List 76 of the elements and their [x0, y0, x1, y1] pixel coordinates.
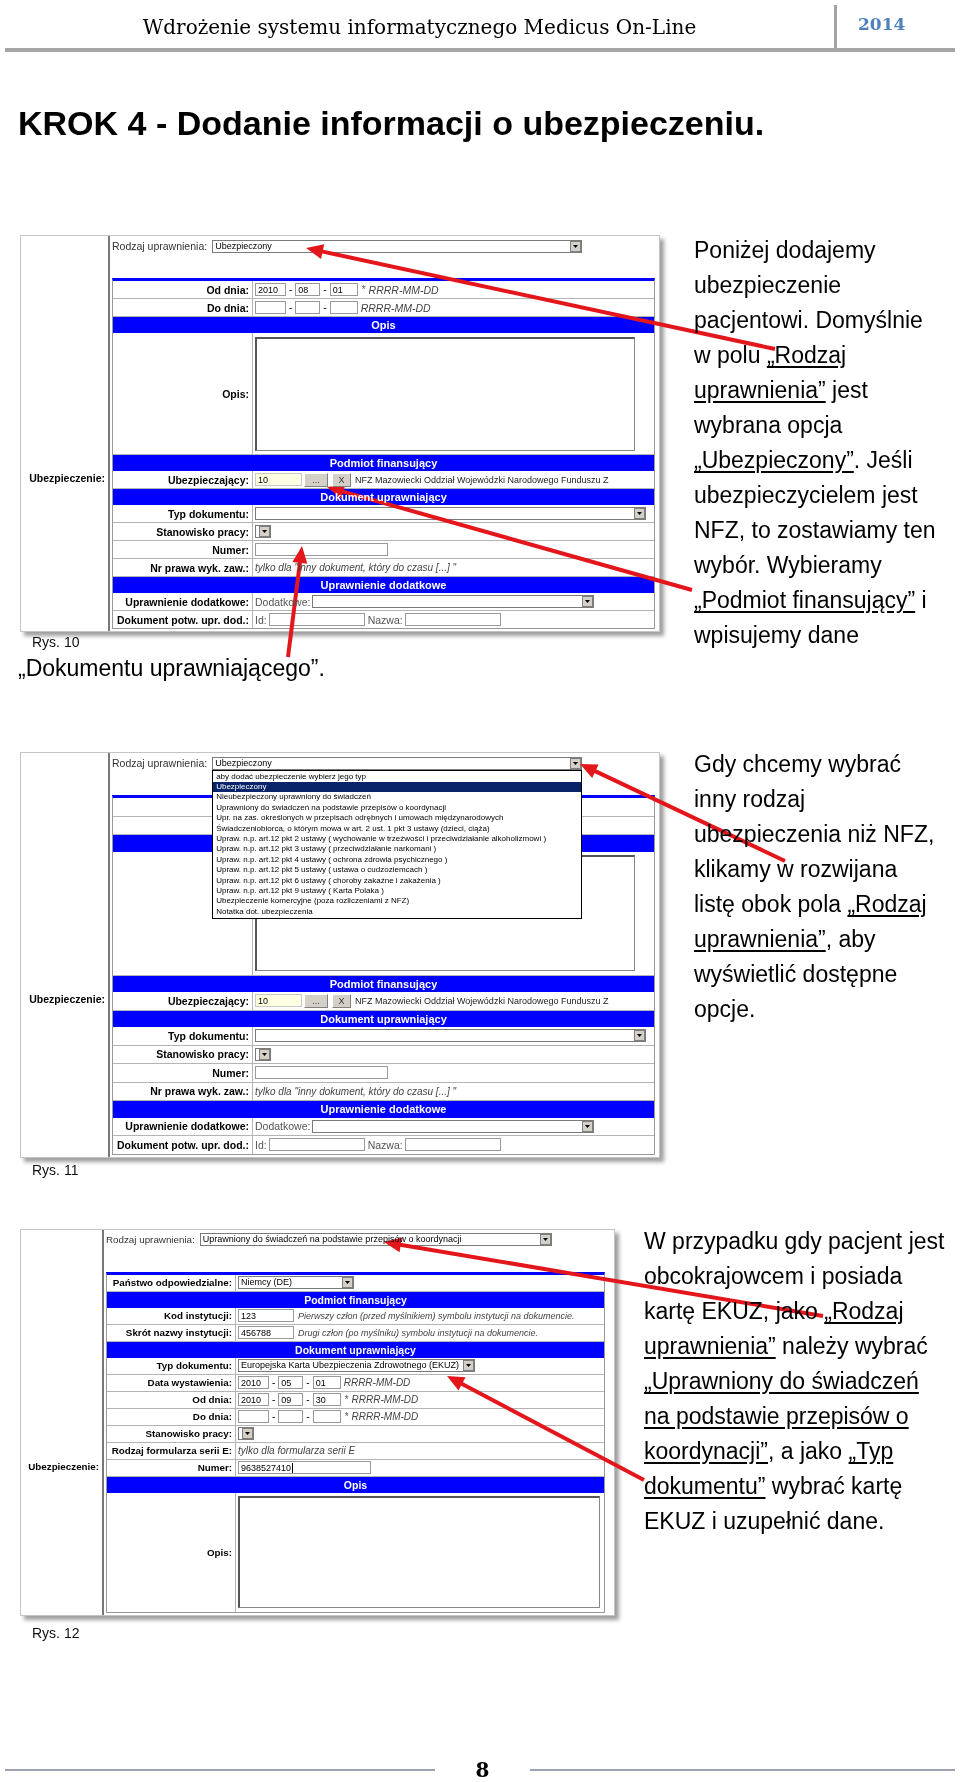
header-year: 2014 [858, 13, 906, 36]
form-label: Numer: [197, 1462, 232, 1473]
field-label: Rodzaj uprawnienia: [112, 757, 208, 769]
field-label: Rodzaj uprawnienia: [106, 1234, 195, 1245]
form-label: Typ dokumentu: [168, 507, 249, 520]
section-header: Uprawnienie dodatkowe [113, 1101, 654, 1118]
form-label: Uprawnienie dodatkowe: [125, 595, 249, 608]
field-label: Ubezpieczenie: [28, 1460, 100, 1472]
date-separator: - [306, 1411, 310, 1422]
form-label: Ubezpieczający: [167, 994, 249, 1007]
page-number: 8 [474, 1758, 491, 1782]
form-label: Stanowisko pracy: [145, 1428, 232, 1439]
figure-caption: Rys. 12 [32, 1623, 81, 1642]
form-label: Skrót nazwy instytucji: [125, 1327, 232, 1338]
required-marker: * [344, 1411, 349, 1422]
form-label: Typ dokumentu: [168, 1029, 249, 1042]
step-heading: KROK 4 - Dodanie informacji o ubezpieczeniu. [18, 103, 766, 143]
form-label: Dokument potw. upr. dod.: [117, 613, 249, 626]
section-header: Uprawnienie dodatkowe [113, 577, 654, 593]
header-title: Wdrożenie systemu informatycznego Medicus On-Line [141, 14, 698, 41]
form-label: Typ dokumentu: [156, 1360, 232, 1371]
field-hint: Pierwszy człon (przed myślnikiem) symbolu instytucji na dokumencie. [298, 1310, 575, 1321]
form-label: Rodzaj formularza serii E: [111, 1445, 232, 1456]
field-label: Ubezpieczenie: [29, 471, 106, 484]
required-marker: * [361, 284, 366, 295]
date-separator: - [306, 1394, 310, 1405]
field-label: Nazwa: [367, 1138, 403, 1151]
format-hint: RRRR-MM-DD [360, 301, 431, 314]
form-label: Państwo odpowiedzialne: [112, 1277, 232, 1288]
form-label: Ubezpieczający: [167, 473, 249, 486]
form-label: Data wystawienia: [147, 1377, 232, 1388]
form-label: Kod instytucji: [163, 1310, 232, 1321]
field-label: Ubezpieczenie: [29, 992, 106, 1005]
form-label: Numer: [212, 1066, 249, 1079]
form-label: Opis: [222, 387, 249, 400]
form-label: Dokument potw. upr. dod.: [117, 1138, 249, 1151]
field-label: Dodatkowe: [255, 1120, 311, 1133]
date-separator: - [306, 1377, 310, 1388]
section-header: Opis [113, 317, 654, 333]
field-label: Rodzaj uprawnienia: [112, 240, 208, 252]
field-hint: Drugi człon (po myślniku) symbolu instytucji na dokumencie. [298, 1327, 539, 1338]
format-hint: RRRR-MM-DD [351, 1394, 419, 1405]
section-header: Podmiot finansujący [113, 455, 654, 471]
form-label: Nr prawa wyk. zaw.: [150, 561, 249, 574]
date-separator: - [289, 284, 293, 295]
format-hint: RRRR-MM-DD [368, 283, 439, 296]
form-label: Do dnia: [192, 1411, 232, 1422]
form-label: Uprawnienie dodatkowe: [125, 1120, 249, 1133]
form-label: Numer: [212, 543, 249, 556]
date-separator: - [323, 302, 327, 313]
date-separator: - [323, 284, 327, 295]
institution-name: NFZ Mazowiecki Oddział Wojewódzki Narodowego Funduszu Z [355, 995, 609, 1006]
form-label: Stanowisko pracy: [156, 1048, 249, 1061]
date-separator: - [289, 302, 293, 313]
figure-caption: Rys. 11 [32, 1160, 80, 1179]
date-separator: - [272, 1377, 276, 1388]
field-label: Nazwa: [367, 613, 403, 626]
format-hint: RRRR-MM-DD [351, 1411, 419, 1422]
form-label: Od dnia: [206, 283, 249, 296]
form-label: Stanowisko pracy: [156, 525, 249, 538]
field-label: Id: [255, 613, 267, 626]
form-label: Nr prawa wyk. zaw.: [150, 1085, 249, 1098]
form-label: Do dnia: [207, 301, 249, 314]
form-label: Opis: [206, 1546, 232, 1558]
date-separator: - [272, 1411, 276, 1422]
field-note: tylko dla formularza serii E [238, 1445, 356, 1456]
paragraph: Poniżej dodajemy ubezpieczenie pacjentowi. Domyślnie w polu „Rodzaj uprawnienia” jest wybrana opcja „Ubezpieczony”. Jeśli ubezpieczycielem jest NFZ, to zostawiamy ten wybór. Wybieramy „Podmiot finansujący” i wpisujemy dane [694, 236, 937, 650]
figure-caption: Rys. 10 [32, 633, 81, 651]
field-label: Id: [255, 1138, 267, 1151]
paragraph: „Dokumentu uprawniającego”. [18, 654, 326, 683]
field-note: tylko dla "inny dokument, który do czasu [...] " [255, 1085, 457, 1097]
date-separator: - [272, 1394, 276, 1405]
required-marker: * [344, 1394, 349, 1405]
format-hint: RRRR-MM-DD [343, 1377, 411, 1388]
form-label: Od dnia: [192, 1394, 232, 1405]
institution-name: NFZ Mazowiecki Oddział Wojewódzki Narodowego Funduszu Z [355, 474, 609, 485]
